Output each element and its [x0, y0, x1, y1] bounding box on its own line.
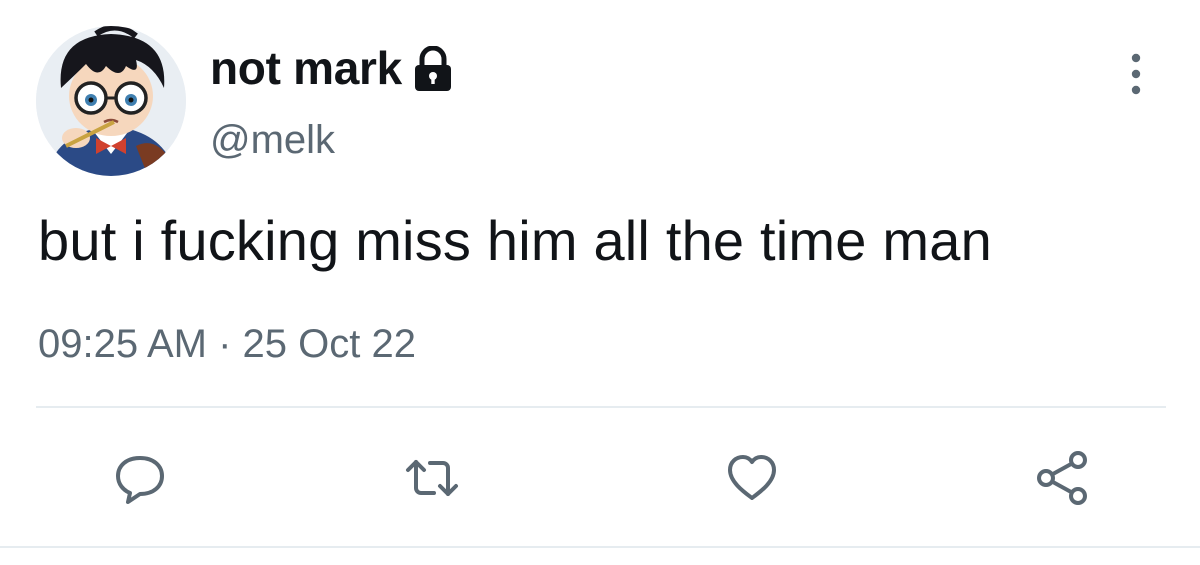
- divider: [36, 406, 1166, 408]
- heart-icon: [728, 455, 776, 500]
- tweet-text: but i fucking miss him all the time man: [38, 209, 992, 272]
- bottom-divider: [0, 546, 1200, 548]
- retweet-icon: [406, 460, 458, 496]
- tweet-card: not mark @melk but i fucking miss him al…: [0, 0, 1200, 565]
- display-name[interactable]: not mark: [210, 41, 402, 95]
- avatar[interactable]: [36, 26, 186, 176]
- author-name-row: not mark: [210, 38, 454, 98]
- reply-button[interactable]: [110, 448, 170, 508]
- handle[interactable]: @melk: [210, 118, 335, 163]
- retweet-button[interactable]: [402, 448, 462, 508]
- reply-icon: [116, 456, 164, 504]
- more-vertical-icon[interactable]: [1122, 52, 1150, 96]
- share-button[interactable]: [1034, 448, 1094, 508]
- avatar-illustration: [36, 26, 186, 176]
- share-icon: [1037, 451, 1087, 505]
- like-button[interactable]: [722, 448, 782, 508]
- timestamp[interactable]: 09:25 AM · 25 Oct 22: [38, 322, 416, 367]
- lock-icon: [412, 46, 454, 92]
